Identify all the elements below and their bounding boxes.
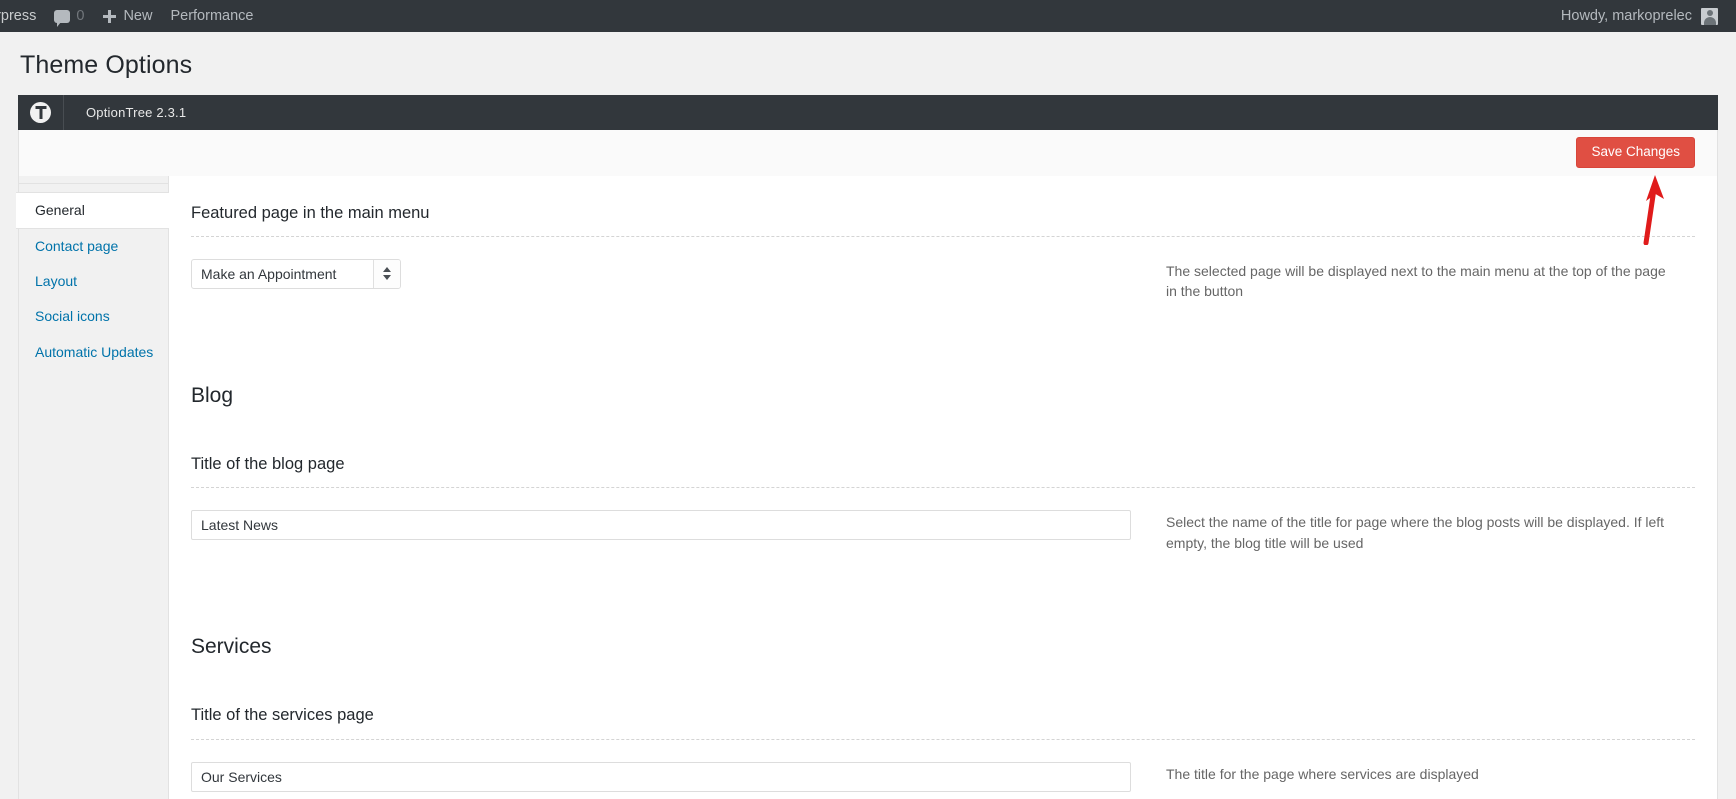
services-title-label: Title of the services page	[191, 706, 374, 725]
admin-bar-comments[interactable]: 0	[45, 0, 93, 32]
optiontree-header: OptionTree 2.3.1	[18, 94, 1718, 130]
tab-social-icons[interactable]: Social icons	[19, 299, 168, 334]
admin-page-wrap: Theme Options OptionTree 2.3.1 Save Chan…	[0, 32, 1736, 799]
comment-bubble-icon	[54, 9, 71, 27]
plus-icon	[102, 9, 117, 24]
settings-content-panel: Featured page in the main menu Make an A…	[169, 175, 1717, 799]
featured-page-select-value: Make an Appointment	[201, 265, 337, 282]
new-label: New	[123, 8, 153, 24]
tab-layout[interactable]: Layout	[19, 264, 168, 299]
performance-label: Performance	[170, 8, 254, 24]
optiontree-logo-box	[18, 94, 64, 130]
chevron-updown-icon	[373, 259, 400, 288]
user-avatar-icon	[1701, 7, 1718, 25]
section-heading-blog: Blog	[191, 383, 234, 407]
services-title-row: The title for the page where services ar…	[191, 740, 1695, 792]
admin-bar-right-group: Howdy, markoprelec	[1552, 0, 1736, 32]
optiontree-body: General Contact page Layout Social icons…	[16, 175, 1718, 799]
wp-admin-bar: arpress 0 New Performance Howdy, markopr…	[0, 0, 1736, 32]
setting-blog-title: Title of the blog page Select the name o…	[191, 409, 1695, 561]
optiontree-logo-icon	[30, 101, 51, 123]
featured-page-select[interactable]: Make an Appointment	[191, 258, 401, 289]
admin-bar-my-account[interactable]: Howdy, markoprelec	[1552, 0, 1736, 32]
blog-title-row: Select the name of the title for page wh…	[191, 488, 1695, 553]
optiontree-version-label: OptionTree 2.3.1	[86, 104, 187, 120]
services-title-description: The title for the page where services ar…	[1166, 765, 1479, 782]
admin-bar-new-content[interactable]: New	[93, 0, 161, 32]
admin-bar-performance[interactable]: Performance	[161, 0, 262, 32]
site-name-label: arpress	[0, 8, 37, 24]
featured-page-control: Make an Appointment	[191, 258, 1136, 289]
page-title: Theme Options	[20, 51, 193, 79]
blog-title-input[interactable]	[191, 510, 1131, 541]
save-changes-button[interactable]: Save Changes	[1576, 137, 1695, 168]
featured-page-row: Make an Appointment The selected page wi…	[191, 237, 1695, 302]
admin-bar-left-group: arpress 0 New Performance	[0, 0, 262, 32]
services-title-input[interactable]	[191, 761, 1131, 792]
blog-title-label: Title of the blog page	[191, 454, 345, 473]
featured-page-description: The selected page will be displayed next…	[1166, 262, 1666, 300]
optiontree-toolbar: Save Changes	[18, 129, 1718, 176]
featured-page-label: Featured page in the main menu	[191, 203, 430, 222]
tab-contact-page[interactable]: Contact page	[19, 229, 168, 264]
comment-count: 0	[76, 8, 85, 24]
blog-title-control	[191, 510, 1136, 541]
setting-services-title: Title of the services page The title for…	[191, 660, 1695, 799]
blog-title-description: Select the name of the title for page wh…	[1166, 514, 1665, 551]
settings-tab-list: General Contact page Layout Social icons…	[16, 175, 169, 799]
setting-featured-page: Featured page in the main menu Make an A…	[191, 198, 1695, 310]
tab-general[interactable]: General	[16, 191, 169, 229]
tab-automatic-updates[interactable]: Automatic Updates	[19, 335, 168, 370]
section-heading-services: Services	[191, 634, 272, 658]
services-title-control	[191, 761, 1136, 792]
admin-bar-site-name[interactable]: arpress	[0, 0, 45, 32]
howdy-label: Howdy, markoprelec	[1560, 8, 1692, 24]
